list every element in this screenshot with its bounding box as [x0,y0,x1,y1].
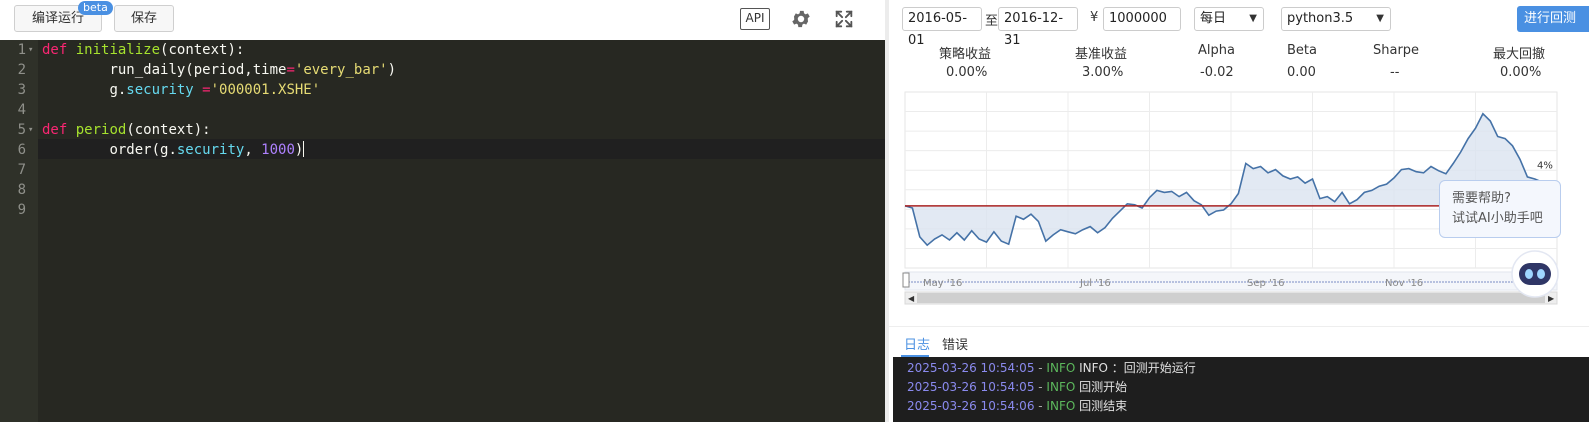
scroll-left-icon: ◀ [908,294,915,303]
log-entry: 2025-03-26 10:54:06 - INFO 回测结束 [907,399,1128,413]
editor-toolbar: 编译运行 beta 保存 API [0,0,885,40]
end-date-input[interactable]: 2016-12-31 [998,7,1078,48]
text-cursor [303,141,305,157]
metrics-row: 策略收益 0.00% 基准收益 3.00% Alpha -0.02 Beta 0… [889,40,1589,84]
python-version-select[interactable]: python3.5 ▼ [1281,7,1391,31]
chevron-down-icon: ▼ [1376,13,1384,24]
beta-badge: beta [78,1,113,15]
code-line: g.security ='000001.XSHE' [109,82,321,98]
fold-arrow-icon[interactable]: ▾ [28,40,36,60]
code-editor-panel: 编译运行 beta 保存 API 1 ▾ 2 3 4 5 ▾ 6 7 8 9 def… [0,0,885,422]
metric-value: -- [1390,65,1400,80]
ai-help-bubble[interactable]: 需要帮助? 试试AI小助手吧 [1439,180,1561,238]
fullscreen-icon[interactable] [833,8,855,30]
gear-icon[interactable] [790,8,812,30]
log-output: 2025-03-26 10:54:05 - INFO INFO ：回测开始运行 … [893,357,1589,422]
save-button[interactable]: 保存 [114,5,174,32]
fold-arrow-icon[interactable]: ▾ [28,120,36,140]
code-line: order(g.security, 1000) [109,141,305,158]
code-line: def period(context): [42,122,211,138]
metric-value: 0.00% [1500,65,1542,80]
code-line: def initialize(context): [42,42,245,58]
help-line: 需要帮助? [1452,191,1511,206]
tab-errors[interactable]: 错误 [942,334,968,353]
line-number: 2 [17,62,26,78]
tab-log[interactable]: 日志 [904,334,930,353]
x-axis-label: May '16 [923,278,962,289]
log-entry: 2025-03-26 10:54:05 - INFO INFO ：回测开始运行 [907,361,1196,375]
metric-value: 0.00 [1287,65,1316,80]
x-axis-label: Nov '16 [1385,278,1423,289]
api-button[interactable]: API [740,8,770,30]
x-axis-label: Sep '16 [1247,278,1285,289]
capital-input[interactable]: 1000000 [1103,7,1181,31]
line-number: 9 [17,202,26,218]
frequency-select[interactable]: 每日 ▼ [1194,7,1264,31]
currency-symbol: ¥ [1090,10,1099,25]
log-entry: 2025-03-26 10:54:05 - INFO 回测开始 [907,380,1128,394]
date-range-separator: 至 [985,14,999,29]
metric-label: 策略收益 [939,47,992,62]
navigator-strip [904,271,1558,291]
help-line: 试试AI小助手吧 [1452,211,1543,226]
code-area[interactable]: 1 ▾ 2 3 4 5 ▾ 6 7 8 9 def initialize(conte… [0,40,885,422]
start-date-input[interactable]: 2016-05-01 [902,7,982,48]
run-backtest-button[interactable]: 进行回测 [1517,6,1589,32]
backtest-panel: 2016-05-01 至 2016-12-31 ¥ 1000000 每日 ▼ py… [885,0,1589,422]
log-tabs: 日志 错误 [889,326,1589,357]
scrollbar-thumb [917,293,1545,303]
line-number: 4 [17,102,26,118]
log-panel: 日志 错误 2025-03-26 10:54:05 - INFO INFO ：回… [889,326,1589,422]
line-number: 3 [17,82,26,98]
metric-label: Sharpe [1373,43,1420,58]
navigator-handle [902,272,910,288]
line-number: 1 [17,42,26,58]
line-number: 5 [17,122,26,138]
line-number: 8 [17,182,26,198]
metric-value: -0.02 [1200,65,1234,80]
metric-value: 3.00% [1082,65,1124,80]
metric-label: Beta [1287,43,1317,58]
metric-label: 基准收益 [1075,47,1128,62]
x-axis-label: Jul '16 [1079,278,1111,289]
metric-label: 最大回撤 [1493,47,1546,62]
line-number: 7 [17,162,26,178]
ai-assistant-robot-icon[interactable] [1511,250,1559,298]
code-line: run_daily(period,time='every_bar') [109,62,397,78]
metric-value: 0.00% [946,65,988,80]
chevron-down-icon: ▼ [1249,13,1257,24]
metric-label: Alpha [1198,43,1235,58]
line-number: 6 [17,142,26,158]
y-axis-label: 4% [1537,160,1553,171]
